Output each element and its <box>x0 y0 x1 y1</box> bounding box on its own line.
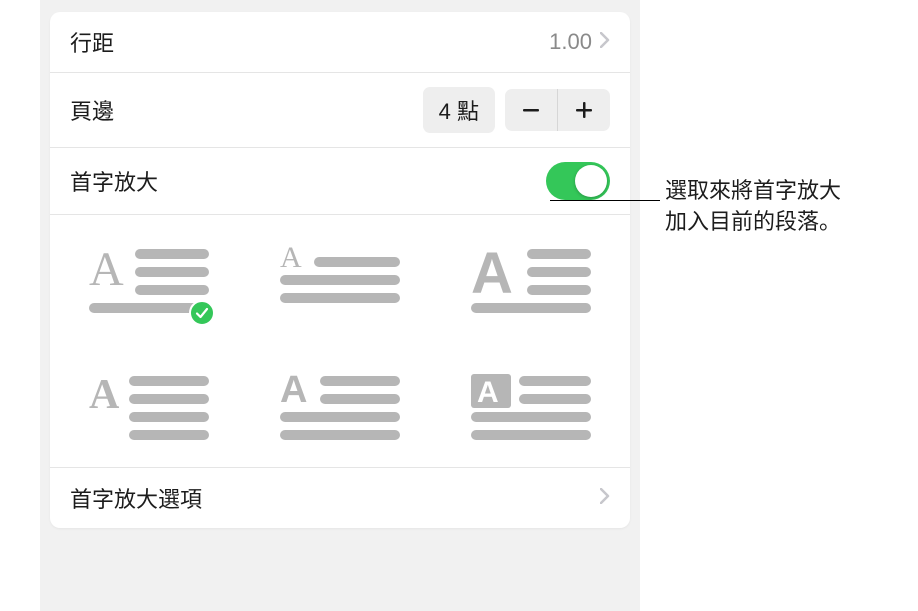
margin-increment-button[interactable] <box>558 89 610 131</box>
chevron-right-icon <box>600 488 610 509</box>
line-spacing-value: 1.00 <box>549 29 592 55</box>
callout-line-2: 加入目前的段落。 <box>665 209 841 234</box>
margin-label: 頁邊 <box>70 94 114 126</box>
dropcap-toggle-row: 首字放大 <box>50 148 630 215</box>
dropcap-styles-grid: A A <box>70 243 610 447</box>
dropcap-style-4[interactable]: A <box>89 370 209 447</box>
dropcap-style-1[interactable]: A <box>89 243 209 320</box>
margin-decrement-button[interactable] <box>505 89 557 131</box>
margin-row: 頁邊 4 點 <box>50 73 630 148</box>
format-panel: 行距 1.00 頁邊 4 點 <box>40 0 640 611</box>
dropcap-options-row[interactable]: 首字放大選項 <box>50 468 630 528</box>
dropcap-style-3[interactable]: A <box>471 243 591 320</box>
checkmark-icon <box>189 300 215 326</box>
dropcap-style-2[interactable]: A <box>280 243 400 320</box>
callout-line-1: 選取來將首字放大 <box>665 178 841 203</box>
dropcap-styles-section: A A <box>50 215 630 468</box>
dropcap-toggle[interactable] <box>546 162 610 200</box>
dropcap-options-label: 首字放大選項 <box>70 482 202 514</box>
callout-text: 選取來將首字放大 加入目前的段落。 <box>665 175 901 237</box>
dropcap-label: 首字放大 <box>70 165 158 197</box>
chevron-right-icon <box>600 32 610 53</box>
margin-stepper-buttons <box>505 89 610 131</box>
svg-text:A: A <box>89 243 124 296</box>
svg-text:A: A <box>280 243 302 274</box>
toggle-knob <box>575 165 607 197</box>
panel-section-top: 行距 1.00 頁邊 4 點 <box>50 12 630 528</box>
dropcap-style-5[interactable]: A <box>280 370 400 447</box>
margin-stepper: 4 點 <box>423 87 610 133</box>
svg-text:A: A <box>89 372 120 418</box>
svg-text:A: A <box>477 376 499 409</box>
line-spacing-label: 行距 <box>70 26 114 58</box>
callout-leader-line <box>550 200 660 201</box>
dropcap-style-6[interactable]: A <box>471 370 591 447</box>
svg-text:A: A <box>280 370 307 411</box>
svg-text:A: A <box>471 243 513 306</box>
line-spacing-row[interactable]: 行距 1.00 <box>50 12 630 73</box>
margin-value[interactable]: 4 點 <box>423 87 495 133</box>
